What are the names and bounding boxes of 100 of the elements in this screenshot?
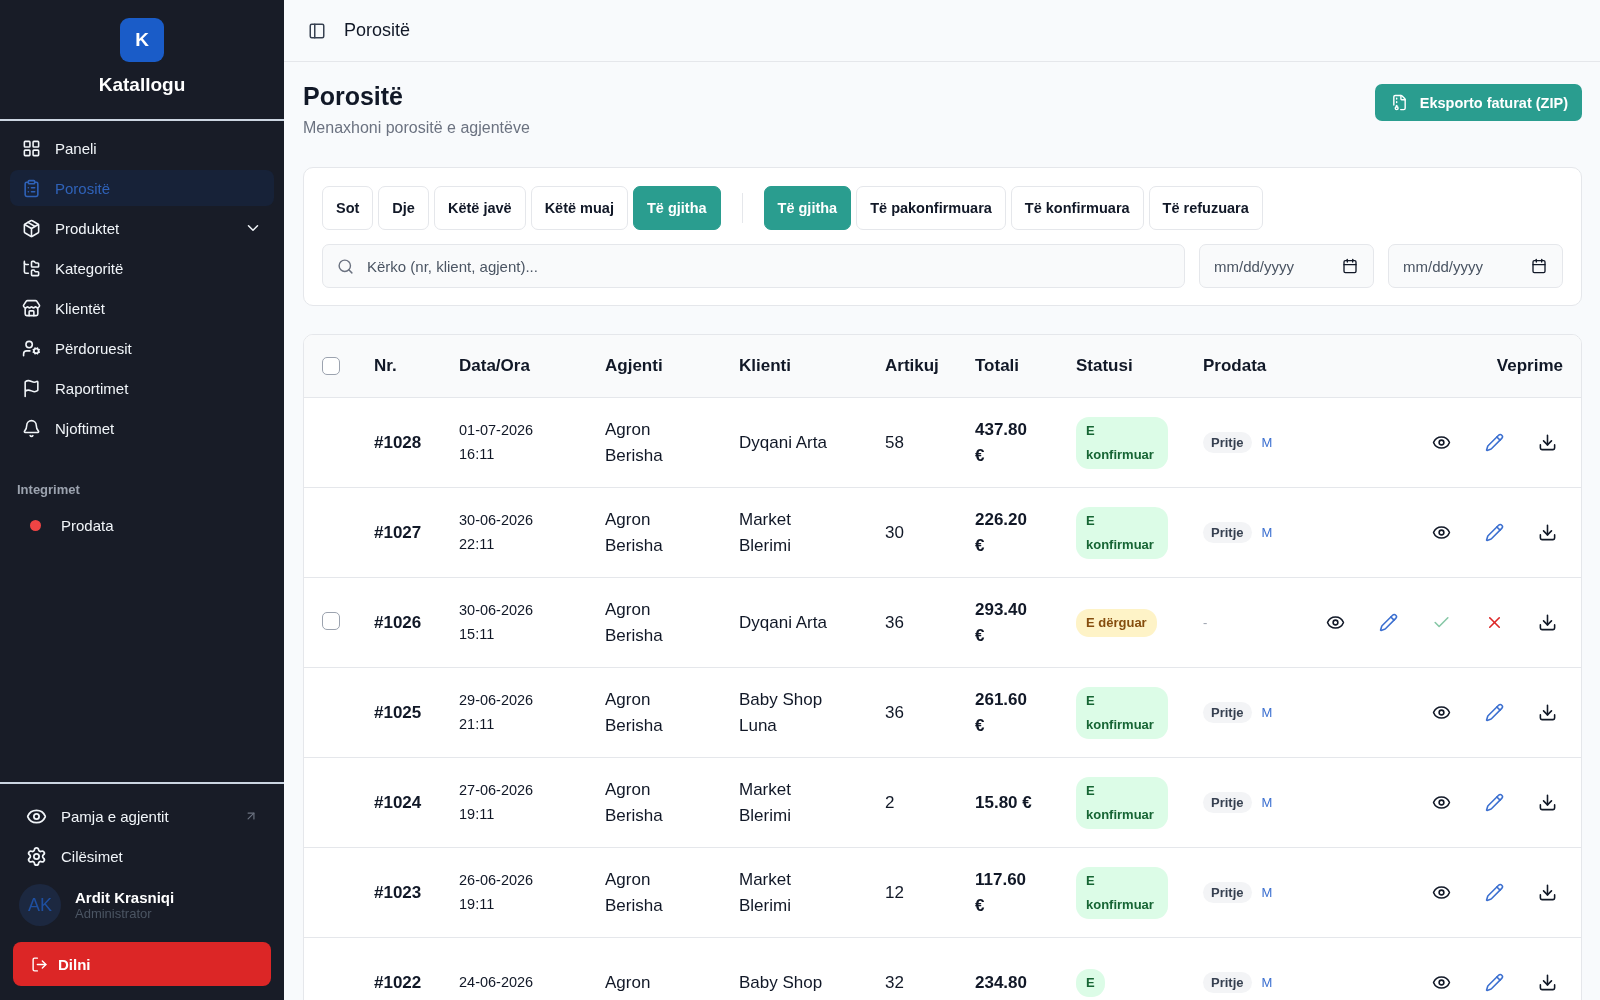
logout-button[interactable]: Dilni <box>13 942 271 986</box>
sync-status-tag: Pritje <box>1203 522 1252 543</box>
eye-icon <box>1431 883 1451 902</box>
sidebar-item[interactable]: Paneli <box>10 130 274 166</box>
sync-code: M <box>1261 705 1273 720</box>
order-total: 226.20 € <box>975 509 1028 557</box>
order-time: 19:11 <box>459 894 496 914</box>
select-all-checkbox[interactable] <box>322 357 340 375</box>
order-date: 30-06-2026 <box>459 510 535 530</box>
column-header: Statusi <box>1076 356 1133 376</box>
download-icon <box>1537 523 1557 542</box>
sync-code: M <box>1261 975 1273 990</box>
item-count: 36 <box>885 611 905 634</box>
sync-status-tag: Pritje <box>1203 432 1252 453</box>
dashboard-icon <box>22 138 41 158</box>
client-name: Market Blerimi <box>739 509 792 557</box>
status-badge: E konfirmuar <box>1076 776 1168 829</box>
period-tab[interactable]: Dje <box>378 186 429 230</box>
store-icon <box>22 298 41 318</box>
order-date: 24-06-2026 <box>459 972 535 992</box>
order-time: 22:11 <box>459 534 496 554</box>
column-header: Prodata <box>1203 356 1267 376</box>
sidebar-item[interactable]: Raportimet <box>10 370 274 406</box>
agent-name: Agron Berisha <box>605 419 664 467</box>
agent-name: Agron Berisha <box>605 509 664 557</box>
status-badge: E konfirmuar <box>1076 686 1168 739</box>
order-number: #1026 <box>374 611 423 634</box>
order-number: #1025 <box>374 701 423 724</box>
date-field[interactable]: mm/dd/yyyy <box>1199 244 1374 288</box>
status-tab[interactable]: Të konfirmuara <box>1010 186 1144 230</box>
page-title: Porositë <box>303 82 405 111</box>
sidebar-item[interactable]: Klientët <box>10 290 274 326</box>
client-name: Baby Shop <box>739 971 823 994</box>
order-number: #1024 <box>374 791 423 814</box>
pencil-icon <box>1378 613 1398 632</box>
period-tab[interactable]: Këtë muaj <box>530 186 628 230</box>
item-count: 2 <box>885 791 896 814</box>
eye-icon <box>1431 793 1451 812</box>
item-count: 58 <box>885 431 905 454</box>
period-tab[interactable]: Këtë javë <box>433 186 526 230</box>
client-name: Baby Shop Luna <box>739 689 824 737</box>
column-header: Klienti <box>739 356 791 376</box>
pencil-icon <box>1484 973 1504 992</box>
logout-icon <box>31 955 48 973</box>
order-total: 117.60 € <box>975 869 1028 917</box>
order-time: 21:11 <box>459 714 496 734</box>
agent-name: Agron Berisha <box>605 869 664 917</box>
client-name: Market Blerimi <box>739 869 792 917</box>
sidebar-item[interactable]: Cilësimet <box>13 838 271 874</box>
pencil-icon <box>1484 433 1504 452</box>
order-number: #1023 <box>374 881 423 904</box>
row-checkbox[interactable] <box>322 611 340 630</box>
settings-icon <box>26 845 47 867</box>
eye-icon <box>1431 973 1451 992</box>
status-badge: E konfirmuar <box>1076 506 1168 559</box>
order-date: 30-06-2026 <box>459 600 535 620</box>
column-header: Agjenti <box>605 356 663 376</box>
section-label: Integrimet <box>17 482 81 497</box>
agent-name: Agron Berisha <box>605 779 664 827</box>
sync-code: M <box>1261 435 1273 450</box>
status-badge: E <box>1076 968 1105 997</box>
sync-status-tag: Pritje <box>1203 882 1252 903</box>
calendar-icon[interactable] <box>1342 258 1358 274</box>
sidebar-item[interactable]: Prodata <box>10 507 274 543</box>
calendar-icon[interactable] <box>1531 258 1547 274</box>
order-date: 27-06-2026 <box>459 780 535 800</box>
sidebar-item[interactable]: Produktet <box>10 210 274 246</box>
download-icon <box>1537 433 1557 452</box>
order-number: #1022 <box>374 971 423 994</box>
status-tab[interactable]: Të refuzuara <box>1148 186 1263 230</box>
pencil-icon <box>1484 523 1504 542</box>
user-role: Administrator <box>75 906 153 921</box>
date-field[interactable]: mm/dd/yyyy <box>1388 244 1563 288</box>
status-tab[interactable]: Të pakonfirmuara <box>856 186 1006 230</box>
pencil-icon <box>1484 883 1504 902</box>
client-name: Market Blerimi <box>739 779 792 827</box>
sidebar-item[interactable]: Pamja e agjentit <box>13 798 271 834</box>
item-count: 36 <box>885 701 905 724</box>
sidebar-item[interactable]: Përdoruesit <box>10 330 274 366</box>
sidebar-item[interactable]: Njoftimet <box>10 410 274 446</box>
item-count: 30 <box>885 521 905 544</box>
order-date: 29-06-2026 <box>459 690 535 710</box>
sidebar-item[interactable]: Kategoritë <box>10 250 274 286</box>
search-field[interactable]: Kërko (nr, klient, agjent)... <box>322 244 1185 288</box>
order-total: 437.80 € <box>975 419 1028 467</box>
eye-icon <box>1431 703 1451 722</box>
sidebar-toggle-icon[interactable] <box>308 21 326 40</box>
order-date: 26-06-2026 <box>459 870 535 890</box>
download-icon <box>1537 973 1557 992</box>
period-tab[interactable]: Sot <box>322 186 374 230</box>
order-date: 01-07-2026 <box>459 420 535 440</box>
app-logo: K <box>120 18 164 62</box>
sync-status-tag: Pritje <box>1203 792 1252 813</box>
column-header: Totali <box>975 356 1020 376</box>
sync-status-tag: Pritje <box>1203 972 1252 993</box>
agent-name: Agron <box>605 971 651 994</box>
agent-name: Agron Berisha <box>605 689 664 737</box>
search-icon <box>337 258 354 275</box>
pencil-icon <box>1484 703 1504 722</box>
download-icon <box>1537 613 1557 632</box>
